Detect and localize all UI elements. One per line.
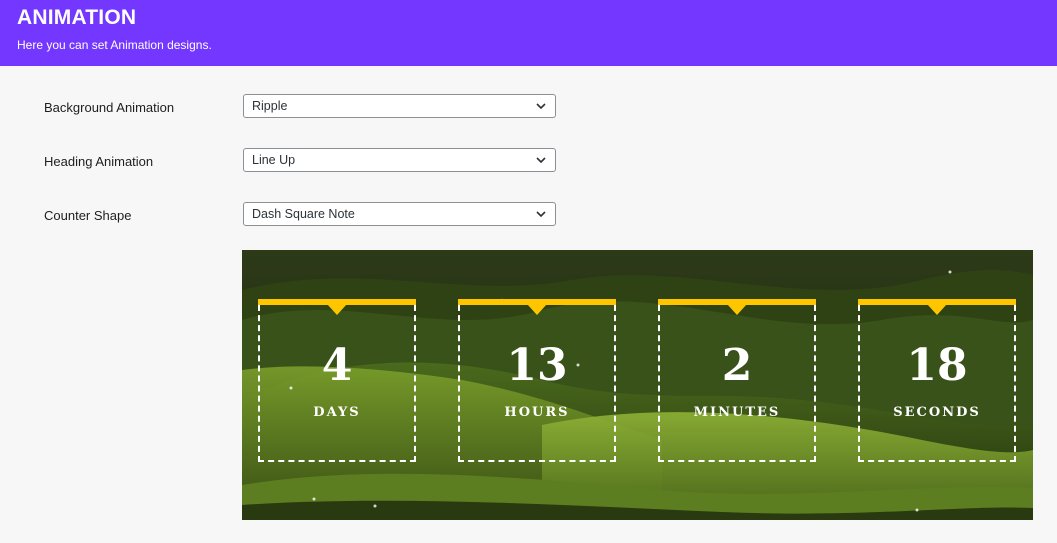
counter-minutes: 2 MINUTES: [658, 299, 816, 462]
counter-value: 2: [721, 340, 753, 391]
background-animation-value: Ripple: [252, 99, 288, 113]
counter-unit: MINUTES: [693, 405, 781, 420]
background-animation-label: Background Animation: [44, 100, 175, 115]
counter-value: 18: [906, 340, 968, 391]
counter-shape-label: Counter Shape: [44, 208, 132, 223]
heading-animation-select[interactable]: Line Up: [243, 148, 556, 172]
counter-unit: HOURS: [504, 405, 570, 420]
countdown-preview: 4 DAYS 13 HOURS 2 MINUTES 18 SECONDS: [242, 250, 1033, 520]
counter-unit: SECONDS: [893, 405, 981, 420]
counter-seconds: 18 SECONDS: [858, 299, 1016, 462]
counter-value: 13: [506, 340, 568, 391]
counter-value: 4: [321, 340, 353, 391]
chevron-down-icon: [536, 157, 546, 164]
counter-hours: 13 HOURS: [458, 299, 616, 462]
background-animation-select[interactable]: Ripple: [243, 94, 556, 118]
counter-shape-value: Dash Square Note: [252, 207, 355, 221]
page-header: ANIMATION Here you can set Animation des…: [0, 0, 1057, 66]
counter-unit: DAYS: [313, 405, 361, 420]
heading-animation-label: Heading Animation: [44, 154, 154, 169]
heading-animation-value: Line Up: [252, 153, 296, 167]
counter-days: 4 DAYS: [258, 299, 416, 462]
counter-shape-select[interactable]: Dash Square Note: [243, 202, 556, 226]
page-subtitle: Here you can set Animation designs.: [17, 38, 212, 52]
chevron-down-icon: [536, 211, 546, 218]
page-title: ANIMATION: [17, 6, 137, 29]
chevron-down-icon: [536, 103, 546, 110]
